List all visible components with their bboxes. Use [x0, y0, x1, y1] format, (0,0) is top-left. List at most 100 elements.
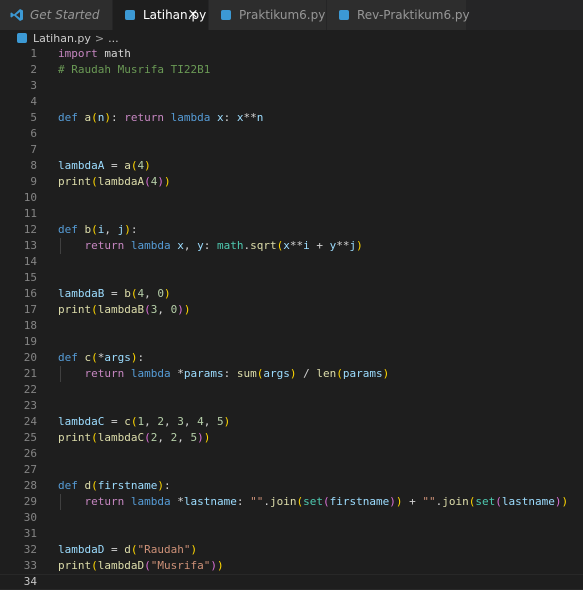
line-number: 10: [23, 191, 37, 204]
line-number: 26: [23, 447, 37, 460]
code-line[interactable]: 13 return lambda x, y: math.sqrt(x**i + …: [0, 238, 583, 254]
line-number: 12: [23, 223, 37, 236]
tab-latihan-py[interactable]: Latihan.py ×: [113, 0, 209, 30]
code-line[interactable]: 6: [0, 126, 583, 142]
code-token: def: [58, 111, 78, 124]
code-token: 2: [157, 415, 164, 428]
code-line[interactable]: 1 import math: [0, 46, 583, 62]
tab-rev-praktikum6-py[interactable]: Rev-Praktikum6.py: [327, 0, 470, 30]
line-number: 17: [23, 303, 37, 316]
code-token: (: [144, 303, 151, 316]
code-line[interactable]: 26: [0, 446, 583, 462]
code-line[interactable]: 8 lambdaA = a(4): [0, 158, 583, 174]
code-line[interactable]: 19: [0, 334, 583, 350]
code-line[interactable]: 16 lambdaB = b(4, 0): [0, 286, 583, 302]
code-line[interactable]: 23: [0, 398, 583, 414]
code-token: +: [402, 495, 423, 508]
code-line[interactable]: 21 return lambda *params: sum(args) / le…: [0, 366, 583, 382]
code-text: lambdaD = d("Raudah"): [58, 542, 197, 558]
code-line[interactable]: 28 def d(firstname):: [0, 478, 583, 494]
code-token: (: [91, 303, 98, 316]
python-file-icon: [16, 32, 28, 44]
code-token: ): [389, 495, 396, 508]
code-token: /: [296, 367, 317, 380]
code-token: ,: [104, 223, 118, 236]
code-token: .: [263, 495, 270, 508]
code-line[interactable]: 14: [0, 254, 583, 270]
line-number: 4: [30, 95, 37, 108]
line-number: 32: [23, 543, 37, 556]
python-file-icon: [337, 8, 351, 22]
code-line[interactable]: 17 print(lambdaB(3, 0)): [0, 302, 583, 318]
code-token: x: [236, 111, 244, 124]
code-token: (: [91, 559, 98, 572]
code-token: params: [183, 367, 224, 380]
breadcrumb-file[interactable]: Latihan.py: [33, 32, 91, 45]
code-line[interactable]: 34: [0, 574, 583, 590]
code-token: y: [197, 239, 204, 252]
code-line[interactable]: 2 # Raudah Musrifa TI22B1: [0, 62, 583, 78]
code-line[interactable]: 10: [0, 190, 583, 206]
code-token: x: [177, 239, 184, 252]
code-text: return lambda *lastname: "".join(set(fir…: [58, 494, 569, 510]
code-token: =: [104, 159, 125, 172]
code-text: print(lambdaB(3, 0)): [58, 302, 190, 318]
code-line[interactable]: 20 def c(*args):: [0, 350, 583, 366]
code-line[interactable]: 25 print(lambdaC(2, 2, 5)): [0, 430, 583, 446]
vscode-icon: [10, 8, 24, 22]
code-line[interactable]: 7: [0, 142, 583, 158]
line-number: 25: [23, 431, 37, 444]
code-line[interactable]: 27: [0, 462, 583, 478]
code-line[interactable]: 30: [0, 510, 583, 526]
code-token: lambdaD: [58, 543, 105, 556]
breadcrumb: Latihan.py > ...: [0, 30, 583, 46]
code-token: ): [183, 303, 191, 316]
code-token: lambdaC: [58, 415, 105, 428]
code-line[interactable]: 15: [0, 270, 583, 286]
tab-praktikum6-py[interactable]: Praktikum6.py: [209, 0, 327, 30]
line-number: 22: [23, 383, 37, 396]
code-token: b: [124, 287, 131, 300]
line-number: 28: [23, 479, 37, 492]
code-token: +: [309, 239, 330, 252]
code-token: ): [289, 367, 297, 380]
python-file-icon: [219, 8, 233, 22]
code-line[interactable]: 18: [0, 318, 583, 334]
line-number: 18: [23, 319, 37, 332]
code-line[interactable]: 31: [0, 526, 583, 542]
line-number: 16: [23, 287, 37, 300]
line-number: 7: [30, 143, 37, 156]
code-line[interactable]: 3: [0, 78, 583, 94]
code-line[interactable]: 4: [0, 94, 583, 110]
code-token: def: [58, 479, 78, 492]
code-line[interactable]: 11: [0, 206, 583, 222]
code-token: ,: [144, 287, 158, 300]
line-number: 29: [23, 495, 37, 508]
close-icon[interactable]: ×: [186, 8, 200, 22]
python-file-icon: [123, 8, 137, 22]
code-token: a: [124, 159, 131, 172]
code-line[interactable]: 32 lambdaD = d("Raudah"): [0, 542, 583, 558]
code-text: print(lambdaA(4)): [58, 174, 171, 190]
code-line[interactable]: 22: [0, 382, 583, 398]
tab-get-started[interactable]: Get Started: [0, 0, 113, 30]
breadcrumb-more[interactable]: ...: [108, 32, 119, 45]
code-text: def c(*args):: [58, 350, 144, 366]
tab-label: Get Started: [30, 8, 100, 22]
code-line[interactable]: 5 def a(n): return lambda x: x**n: [0, 110, 583, 126]
code-line[interactable]: 12 def b(i, j):: [0, 222, 583, 238]
code-token: ,: [157, 303, 171, 316]
code-line[interactable]: 9 print(lambdaA(4)): [0, 174, 583, 190]
code-token: return: [84, 367, 125, 380]
code-token: print: [58, 559, 92, 572]
code-line[interactable]: 33 print(lambdaD("Musrifa")): [0, 558, 583, 574]
code-line[interactable]: 24 lambdaC = c(1, 2, 3, 4, 5): [0, 414, 583, 430]
code-text: return lambda *params: sum(args) / len(p…: [58, 366, 390, 382]
line-number: 1: [30, 47, 37, 60]
code-token: return: [84, 239, 125, 252]
code-editor[interactable]: 1 import math 2 # Raudah Musrifa TI22B1 3 4 5 d…: [0, 46, 583, 590]
code-line[interactable]: 29 return lambda *lastname: "".join(set(…: [0, 494, 583, 510]
